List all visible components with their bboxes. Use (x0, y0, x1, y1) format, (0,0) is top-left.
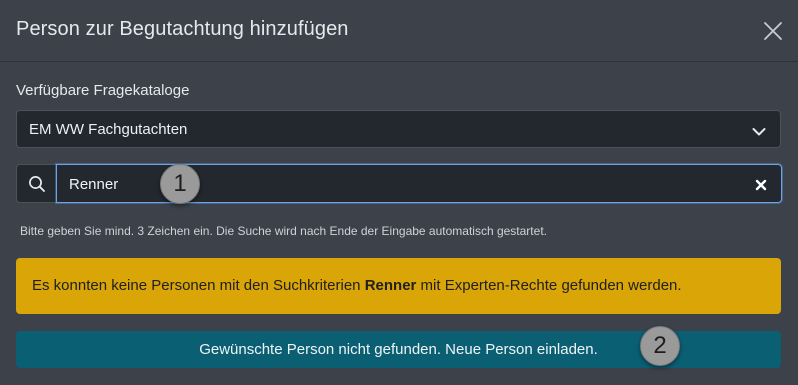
alert-text-after: mit Experten-Rechte gefunden werden. (416, 277, 682, 294)
alert-text-before: Es konnten keine Personen mit den Suchkr… (32, 277, 365, 294)
close-button[interactable] (762, 20, 784, 42)
catalog-select[interactable]: EM WW Fachgutachten (16, 110, 781, 148)
dialog-header: Person zur Begutachtung hinzufügen (0, 0, 798, 62)
catalog-label: Verfügbare Fragekataloge (16, 82, 190, 99)
alert-search-term: Renner (364, 277, 417, 294)
catalog-select-value: EM WW Fachgutachten (29, 121, 188, 138)
dialog-title: Person zur Begutachtung hinzufügen (16, 18, 349, 40)
annotation-marker-1: 1 (160, 164, 200, 204)
clear-icon (755, 179, 767, 191)
annotation-marker-2: 2 (640, 326, 680, 366)
close-icon (764, 22, 782, 40)
alert-message: Es konnten keine Personen mit den Suchkr… (32, 277, 682, 294)
search-addon (16, 164, 56, 203)
no-results-alert: Es konnten keine Personen mit den Suchkr… (16, 258, 781, 314)
clear-search-button[interactable] (755, 178, 767, 191)
person-search-group (16, 164, 782, 203)
search-icon (29, 176, 45, 192)
add-person-dialog: Person zur Begutachtung hinzufügen Verfü… (0, 0, 798, 385)
chevron-down-icon (752, 124, 766, 142)
search-hint: Bitte geben Sie mind. 3 Zeichen ein. Die… (20, 224, 547, 238)
